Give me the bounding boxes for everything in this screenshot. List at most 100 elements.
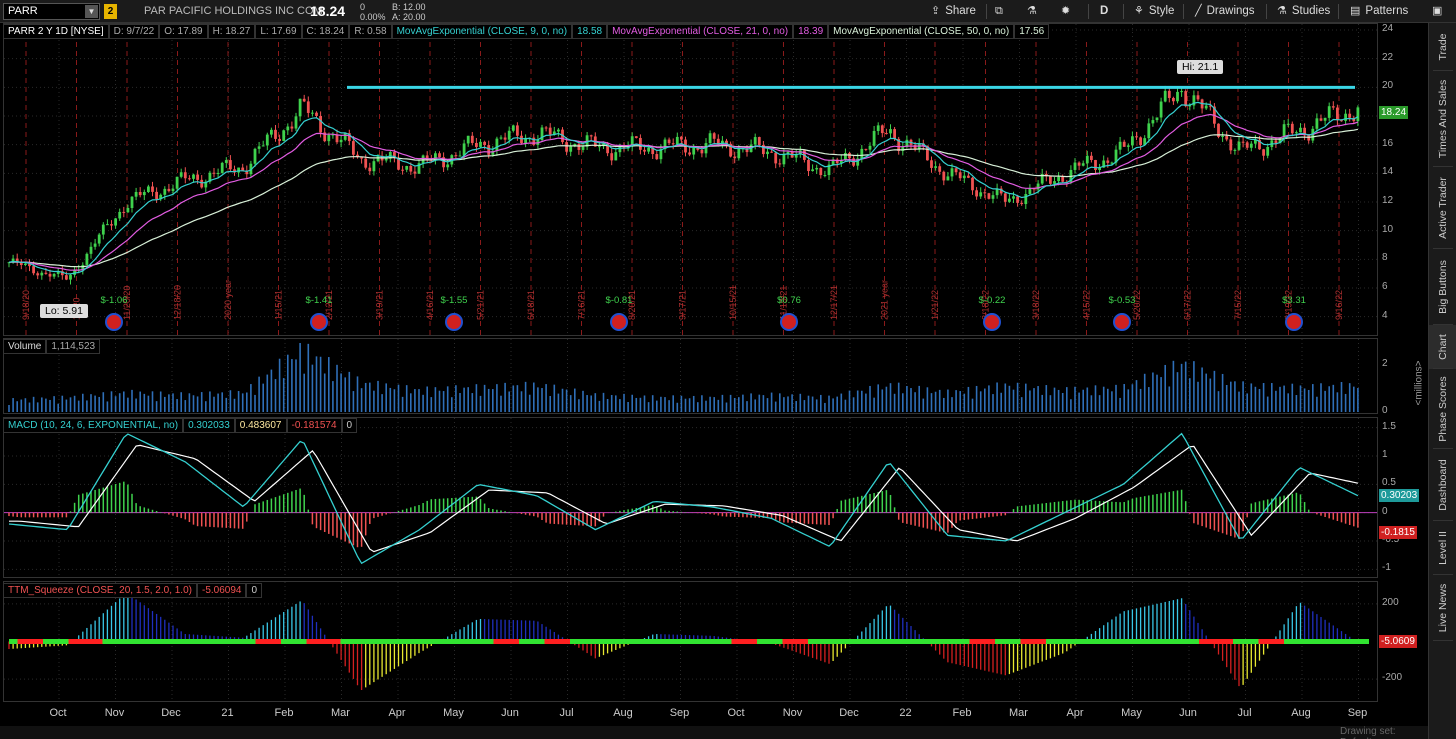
macd-chart[interactable] [4, 418, 1377, 577]
candle-body [1167, 90, 1171, 98]
chevron-down-icon[interactable]: ▼ [85, 5, 98, 18]
candle-body [532, 137, 536, 145]
ema21-label[interactable]: MovAvgExponential (CLOSE, 21, 0, no) [607, 24, 794, 39]
symbol-line[interactable]: PARR 2 Y 1D [NYSE] [3, 24, 109, 39]
squeeze-dot [1250, 639, 1259, 644]
tab-big-buttons[interactable]: Big Buttons [1429, 249, 1456, 325]
ttm-label[interactable]: TTM_Squeeze (CLOSE, 20, 1.5, 2.0, 1.0) [3, 583, 197, 598]
candle-body [1307, 135, 1311, 141]
macd-diff-value: -0.181574 [286, 418, 342, 433]
time-axis-label: Aug [1291, 707, 1311, 719]
candle-body [339, 139, 343, 143]
macd-label[interactable]: MACD (10, 24, 6, EXPONENTIAL, no) [3, 418, 184, 433]
toolbar-divider [1266, 4, 1267, 19]
ttm-axis[interactable]: -200 200 -5.0609 [1378, 581, 1426, 702]
price-tick-label: 20 [1382, 80, 1394, 92]
time-axis[interactable]: Oct Nov Dec 21 Feb Mar Apr May Jun Jul Aug Sep Oct No… [3, 702, 1378, 726]
squeeze-dot [935, 639, 944, 644]
earnings-icon [983, 313, 1001, 331]
time-axis-label: Oct [49, 707, 67, 719]
tab-phase-scores-label: Phase Scores [1437, 376, 1449, 442]
timeframe-button[interactable]: D [1100, 0, 1108, 22]
squeeze-dot [366, 639, 375, 644]
share-icon: ⇪ [931, 5, 941, 17]
squeeze-dot [765, 639, 774, 644]
price-chart[interactable]: 9/18/2010/2011/20/2012/18/202020 year1/1… [4, 24, 1377, 335]
squeeze-dot [442, 639, 451, 644]
ema50-label[interactable]: MovAvgExponential (CLOSE, 50, 0, no) [828, 24, 1015, 39]
event-date-label: 2021 year [880, 280, 890, 320]
ema9-label[interactable]: MovAvgExponential (CLOSE, 9, 0, no) [391, 24, 573, 39]
ttm-pane[interactable] [3, 581, 1378, 702]
tab-trade[interactable]: Trade [1429, 23, 1456, 71]
tab-active-trader[interactable]: Active Trader [1429, 167, 1456, 249]
candle-body [257, 146, 261, 149]
drawings-button[interactable]: ╱ Drawings [1195, 0, 1255, 22]
squeeze-dot [646, 639, 655, 644]
macd-axis[interactable]: -1 -0.5 0 0.5 1 1.5 0.30203 -0.1815 [1378, 417, 1426, 578]
symbol-input[interactable]: PARR ▼ [3, 3, 100, 20]
link-group-badge[interactable]: 2 [104, 4, 117, 19]
price-pane[interactable]: 9/18/2010/2011/20/2012/18/202020 year1/1… [3, 23, 1378, 336]
candle-body [1295, 132, 1298, 134]
tab-phase-scores[interactable]: Phase Scores [1429, 369, 1456, 449]
candle-body [507, 130, 511, 140]
candle-body [876, 125, 880, 131]
squeeze-dot [842, 639, 851, 644]
candle-body [885, 133, 888, 135]
squeeze-dot [1216, 639, 1225, 644]
candle-body [241, 167, 245, 171]
price-tick-label: 12 [1382, 195, 1394, 206]
squeeze-dot [425, 639, 434, 644]
squeeze-dot [306, 639, 315, 644]
patterns-button[interactable]: ▤ Patterns [1350, 0, 1408, 22]
squeeze-dot [969, 639, 978, 644]
volume-label[interactable]: Volume [3, 339, 47, 354]
candle-body [1241, 141, 1245, 143]
tab-live-news[interactable]: Live News [1429, 575, 1456, 641]
squeeze-dot [238, 639, 247, 644]
candle-body [32, 266, 35, 274]
style-button[interactable]: ⚘ Style [1134, 0, 1174, 22]
candle-body [438, 153, 441, 158]
price-tick-label: 4 [1382, 309, 1388, 321]
volume-pane[interactable] [3, 338, 1378, 414]
tab-level-ii[interactable]: Level II [1429, 521, 1456, 575]
flask-button[interactable]: ⚗ [1027, 0, 1042, 22]
drawing-set-label[interactable]: Drawing set: Default [1340, 726, 1428, 739]
candle-body [106, 224, 109, 226]
candle-body [1122, 141, 1126, 147]
squeeze-dot [782, 639, 791, 644]
time-axis-label: Oct [727, 707, 745, 719]
settings-button[interactable]: ✹ [1061, 0, 1075, 22]
time-axis-label: Apr [388, 707, 406, 719]
tab-active-trader-label: Active Trader [1437, 177, 1449, 239]
squeeze-dot [391, 639, 400, 644]
squeeze-dot [986, 639, 995, 644]
ema21-value: 18.39 [793, 24, 829, 39]
squeeze-dot [1003, 639, 1012, 644]
squeeze-dot [323, 639, 332, 644]
candle-body [274, 129, 277, 139]
ttm-chart[interactable] [4, 582, 1377, 701]
candle-body [1151, 120, 1155, 124]
tab-chart[interactable]: Chart [1429, 325, 1456, 369]
tab-dashboard[interactable]: Dashboard [1429, 449, 1456, 521]
volume-chart[interactable] [4, 339, 1377, 413]
snapshot-button[interactable]: ⧉ [995, 0, 1008, 22]
tab-times-and-sales[interactable]: Times And Sales [1429, 71, 1456, 167]
company-name: PAR PACIFIC HOLDINGS INC COM [144, 5, 323, 17]
event-date-label: 3/19/21 [375, 290, 385, 320]
macd-pane[interactable] [3, 417, 1378, 578]
collapse-button[interactable]: ▣ [1432, 0, 1447, 22]
candle-body [671, 143, 675, 145]
squeeze-dot [961, 639, 970, 644]
studies-button[interactable]: ⚗ Studies [1277, 0, 1330, 22]
price-axis[interactable]: 468101214161820222418.24 [1378, 23, 1426, 336]
squeeze-dot [468, 639, 477, 644]
candle-body [479, 141, 482, 147]
squeeze-dot [689, 639, 698, 644]
earnings-label: $-1.41 [306, 295, 333, 306]
share-button[interactable]: ⇪ Share [931, 0, 976, 22]
squeeze-dot [1343, 639, 1352, 644]
